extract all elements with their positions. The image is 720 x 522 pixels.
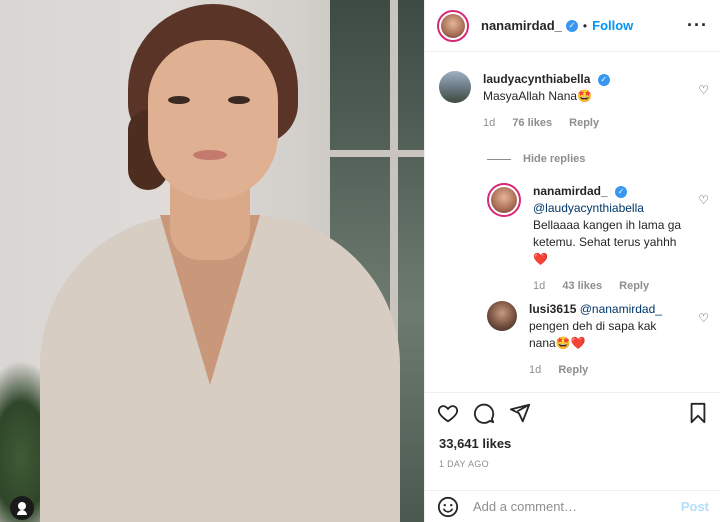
person-face bbox=[148, 40, 278, 200]
reply-text: Bellaaaa kangen ih lama ga ketemu. Sehat… bbox=[533, 218, 682, 249]
share-icon[interactable] bbox=[509, 402, 531, 424]
add-comment-input[interactable]: Add a comment… bbox=[473, 499, 681, 514]
background-window-frame bbox=[330, 150, 424, 157]
likes-count[interactable]: 33,641 likes bbox=[439, 436, 511, 451]
comment-icon[interactable] bbox=[473, 402, 495, 424]
like-comment-heart-icon[interactable]: ♡ bbox=[698, 193, 709, 207]
post-comment-button[interactable]: Post bbox=[681, 499, 709, 514]
reply-mention[interactable]: @nanamirdad_ bbox=[580, 302, 662, 316]
verified-icon: ✓ bbox=[615, 185, 628, 198]
comment-time[interactable]: 1d bbox=[483, 117, 495, 129]
more-options-icon[interactable]: ··· bbox=[687, 15, 708, 36]
like-comment-heart-icon[interactable]: ♡ bbox=[698, 83, 709, 97]
post-photo[interactable] bbox=[0, 0, 424, 522]
author-username[interactable]: nanamirdad_ bbox=[481, 18, 562, 33]
verified-icon: ✓ bbox=[597, 73, 610, 86]
commenter-avatar[interactable] bbox=[439, 71, 471, 103]
author-avatar[interactable] bbox=[437, 9, 469, 42]
reply-text: pengen deh di sapa kak nana🤩❤️ bbox=[529, 319, 657, 350]
reply-username[interactable]: lusi3615 bbox=[529, 302, 576, 316]
follow-button[interactable]: Follow bbox=[592, 18, 633, 33]
hide-replies-button[interactable]: Hide replies bbox=[487, 153, 585, 165]
comment-text: MasyaAllah Nana🤩 bbox=[483, 89, 592, 103]
post-header: nanamirdad_ ✓ • Follow ··· bbox=[425, 0, 720, 52]
post-actions-bar bbox=[425, 392, 720, 432]
reply-button[interactable]: Reply bbox=[558, 364, 588, 376]
comment-likes[interactable]: 76 likes bbox=[512, 117, 552, 129]
like-comment-heart-icon[interactable]: ♡ bbox=[698, 311, 709, 325]
person-eye bbox=[228, 96, 250, 104]
person-eye bbox=[168, 96, 190, 104]
reply-button[interactable]: Reply bbox=[569, 117, 599, 129]
reply-mention[interactable]: @laudyacynthiabella bbox=[533, 201, 644, 215]
reply-item: lusi3615 @nanamirdad_ pengen deh di sapa… bbox=[487, 301, 679, 379]
emoji-icon[interactable] bbox=[437, 496, 459, 518]
comment-username[interactable]: laudyacynthiabella bbox=[483, 72, 590, 86]
person-lips bbox=[193, 150, 227, 160]
comment-item: laudyacynthiabella ✓ MasyaAllah Nana🤩 1d… bbox=[439, 71, 663, 132]
reply-button[interactable]: Reply bbox=[619, 280, 649, 292]
heart-icon[interactable] bbox=[437, 402, 459, 424]
reply-time[interactable]: 1d bbox=[529, 364, 541, 376]
post-details-panel: nanamirdad_ ✓ • Follow ··· laudyacynthia… bbox=[424, 0, 720, 522]
post-timestamp[interactable]: 1 DAY AGO bbox=[439, 459, 489, 469]
reply-avatar[interactable] bbox=[487, 301, 517, 331]
bookmark-icon[interactable] bbox=[687, 402, 709, 424]
separator-dot: • bbox=[582, 18, 588, 33]
comments-list[interactable]: laudyacynthiabella ✓ MasyaAllah Nana🤩 1d… bbox=[425, 53, 720, 388]
user-tag-icon[interactable] bbox=[10, 496, 34, 520]
reply-avatar[interactable] bbox=[487, 183, 521, 217]
verified-icon: ✓ bbox=[565, 19, 578, 32]
red-heart-emoji: ❤️ bbox=[533, 252, 548, 266]
reply-time[interactable]: 1d bbox=[533, 280, 545, 292]
add-comment-bar: Add a comment… Post bbox=[425, 490, 720, 522]
reply-likes[interactable]: 43 likes bbox=[562, 280, 602, 292]
reply-item: nanamirdad_ ✓ @laudyacynthiabella Bellaa… bbox=[487, 183, 693, 295]
reply-username[interactable]: nanamirdad_ bbox=[533, 184, 608, 198]
